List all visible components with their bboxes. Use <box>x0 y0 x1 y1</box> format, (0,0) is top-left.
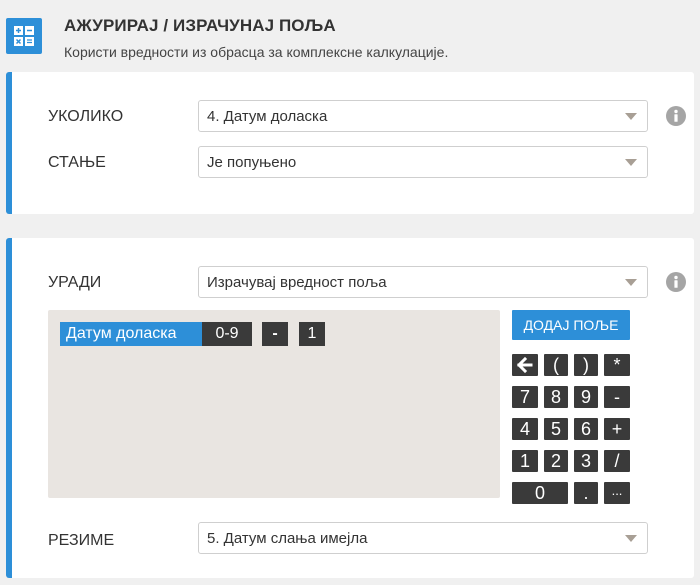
condition-card: УКОЛИКО 4. Датум доласка СТАЊЕ Је попуње… <box>6 72 694 214</box>
info-icon[interactable] <box>666 106 686 126</box>
page-subtitle: Користи вредности из обрасца за комплекс… <box>64 44 449 60</box>
if-field-value: 4. Датум доласка <box>207 108 328 125</box>
key-0[interactable]: 0 <box>512 482 568 504</box>
key-9[interactable]: 9 <box>574 386 598 408</box>
if-field-select[interactable]: 4. Датум доласка <box>198 100 648 132</box>
key-6[interactable]: 6 <box>574 418 598 440</box>
key-8[interactable]: 8 <box>544 386 568 408</box>
state-label: СТАЊЕ <box>48 154 106 171</box>
key-dot[interactable]: . <box>574 482 598 504</box>
result-field-value: 5. Датум слања имејла <box>207 530 368 547</box>
action-value: Израчувај вредност поља <box>207 274 387 291</box>
chevron-down-icon <box>625 535 637 542</box>
key-multiply[interactable]: * <box>604 354 630 376</box>
key-minus[interactable]: - <box>604 386 630 408</box>
backspace-arrow-icon[interactable] <box>512 354 538 376</box>
formula-editor[interactable]: Датум доласка 0-9 - 1 <box>48 310 500 498</box>
calculator-icon <box>6 18 42 54</box>
key-rparen[interactable]: ) <box>574 354 598 376</box>
if-label: УКОЛИКО <box>48 108 124 125</box>
key-3[interactable]: 3 <box>574 450 598 472</box>
formula-token-range[interactable]: 0-9 <box>202 322 252 346</box>
result-field-select[interactable]: 5. Датум слања имејла <box>198 522 648 554</box>
chevron-down-icon <box>625 113 637 120</box>
action-select[interactable]: Израчувај вредност поља <box>198 266 648 298</box>
result-label: РЕЗИМЕ <box>48 532 115 549</box>
key-more[interactable]: ... <box>604 482 630 504</box>
do-label: УРАДИ <box>48 274 102 291</box>
formula-token-field[interactable]: Датум доласка <box>60 322 202 346</box>
action-card: УРАДИ Израчувај вредност поља Датум дола… <box>6 238 694 578</box>
formula-token-operator[interactable]: - <box>262 322 288 346</box>
state-value: Је попуњено <box>207 154 297 171</box>
header: АЖУРИРАЈ / ИЗРАЧУНАЈ ПОЉА Користи вредно… <box>6 6 694 62</box>
key-7[interactable]: 7 <box>512 386 538 408</box>
key-4[interactable]: 4 <box>512 418 538 440</box>
key-divide[interactable]: / <box>604 450 630 472</box>
info-icon[interactable] <box>666 272 686 292</box>
chevron-down-icon <box>625 159 637 166</box>
add-field-button[interactable]: ДОДАЈ ПОЉЕ <box>512 310 630 340</box>
state-select[interactable]: Је попуњено <box>198 146 648 178</box>
key-plus[interactable]: + <box>604 418 630 440</box>
key-lparen[interactable]: ( <box>544 354 568 376</box>
chevron-down-icon <box>625 279 637 286</box>
key-5[interactable]: 5 <box>544 418 568 440</box>
page-title: АЖУРИРАЈ / ИЗРАЧУНАЈ ПОЉА <box>64 16 336 35</box>
key-1[interactable]: 1 <box>512 450 538 472</box>
key-2[interactable]: 2 <box>544 450 568 472</box>
formula-token-number[interactable]: 1 <box>299 322 325 346</box>
